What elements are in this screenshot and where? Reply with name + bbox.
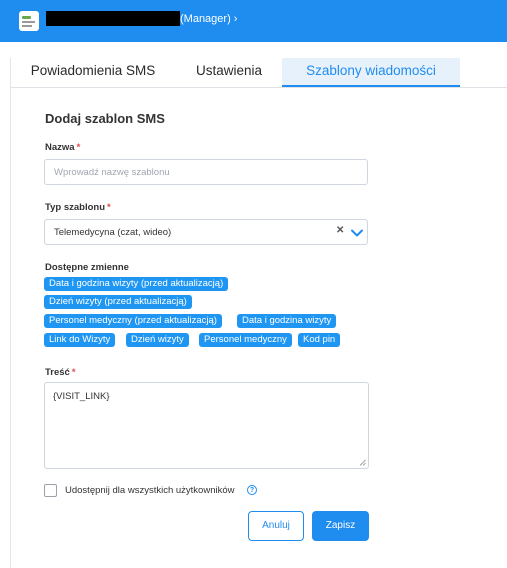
chevron-down-icon[interactable] (350, 226, 364, 240)
tab-sms-notifications[interactable]: Powiadomienia SMS (28, 58, 158, 87)
top-bar: (Manager) › (0, 0, 507, 42)
user-role-menu[interactable]: (Manager) › (180, 12, 237, 26)
tab-bar: Powiadomienia SMS Ustawienia Szablony wi… (11, 58, 507, 88)
app-logo[interactable] (19, 11, 39, 31)
name-input[interactable] (45, 160, 367, 184)
content-label: Treść * (45, 367, 76, 378)
clear-icon[interactable]: ✕ (336, 225, 344, 236)
variable-chip[interactable]: Link do Wizyty (44, 333, 116, 347)
variable-chip[interactable]: Dzień wizyty (126, 333, 189, 347)
content-textarea[interactable]: {VISIT_LINK} (44, 382, 369, 469)
cancel-button[interactable]: Anuluj (248, 511, 304, 541)
redacted-user-name (46, 11, 180, 26)
share-all-users-checkbox[interactable] (44, 484, 57, 497)
variable-chip[interactable]: Dzień wizyty (przed aktualizacją) (44, 295, 192, 309)
variable-chip[interactable]: Personel medyczny (199, 333, 292, 347)
variable-chip[interactable]: Data i godzina wizyty (237, 314, 337, 328)
variable-chip[interactable]: Data i godzina wizyty (przed aktualizacj… (44, 277, 229, 291)
variables-label: Dostępne zmienne (45, 262, 129, 273)
user-role-label: (Manager) (180, 13, 231, 25)
variable-chip[interactable]: Personel medyczny (przed aktualizacją) (44, 314, 222, 328)
template-type-select[interactable]: Telemedycyna (czat, wideo) ✕ (44, 219, 368, 245)
required-mark: * (107, 202, 111, 213)
template-type-value: Telemedycyna (czat, wideo) (54, 227, 172, 238)
required-mark: * (76, 142, 81, 153)
name-field-wrapper (44, 159, 368, 185)
variable-chip[interactable]: Kod pin (298, 333, 341, 347)
tab-settings[interactable]: Ustawienia (186, 58, 272, 87)
required-mark: * (71, 367, 76, 378)
share-all-users-label[interactable]: Udostępnij dla wszystkich użytkowników (65, 485, 234, 496)
content-left-border (10, 58, 11, 568)
form-title: Dodaj szablon SMS (45, 111, 165, 126)
help-icon[interactable]: ? (247, 485, 257, 495)
resize-handle-icon[interactable] (359, 459, 366, 466)
content-text: {VISIT_LINK} (53, 391, 110, 402)
save-button[interactable]: Zapisz (312, 511, 369, 541)
name-label: Nazwa * (45, 142, 81, 153)
tab-message-templates[interactable]: Szablony wiadomości (282, 58, 460, 87)
type-label: Typ szablonu * (45, 202, 111, 213)
chevron-right-icon: › (233, 13, 238, 25)
